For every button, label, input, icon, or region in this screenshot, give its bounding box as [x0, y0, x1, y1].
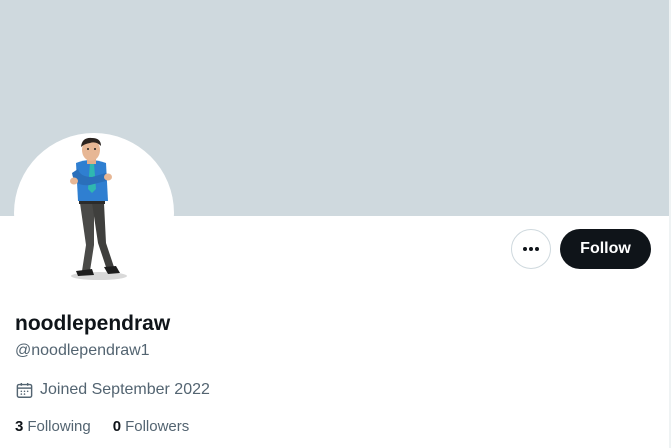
joined-date: Joined September 2022: [15, 380, 210, 400]
user-handle: @noodlependraw1: [15, 342, 150, 359]
followers-count: 0: [112, 418, 122, 435]
profile-page: Follow noodlependraw @noodlependraw1 Joi…: [0, 0, 671, 448]
following-count: 3: [15, 418, 24, 435]
following-link[interactable]: 3 Following: [15, 417, 91, 437]
display-name: noodlependraw: [15, 312, 171, 335]
avatar-illustration: [70, 137, 127, 280]
followers-link[interactable]: 0 Followers: [113, 417, 190, 437]
follow-button[interactable]: Follow: [560, 229, 651, 269]
joined-text: Joined September 2022: [40, 381, 210, 398]
calendar-icon: [16, 382, 33, 398]
avatar[interactable]: [14, 133, 174, 293]
more-horizontal-icon: [523, 247, 539, 251]
followers-label: Followers: [125, 418, 190, 435]
following-label: Following: [27, 418, 91, 435]
profile-stats: 3 Following 0 Followers: [15, 417, 189, 437]
more-options-button[interactable]: [511, 229, 551, 269]
